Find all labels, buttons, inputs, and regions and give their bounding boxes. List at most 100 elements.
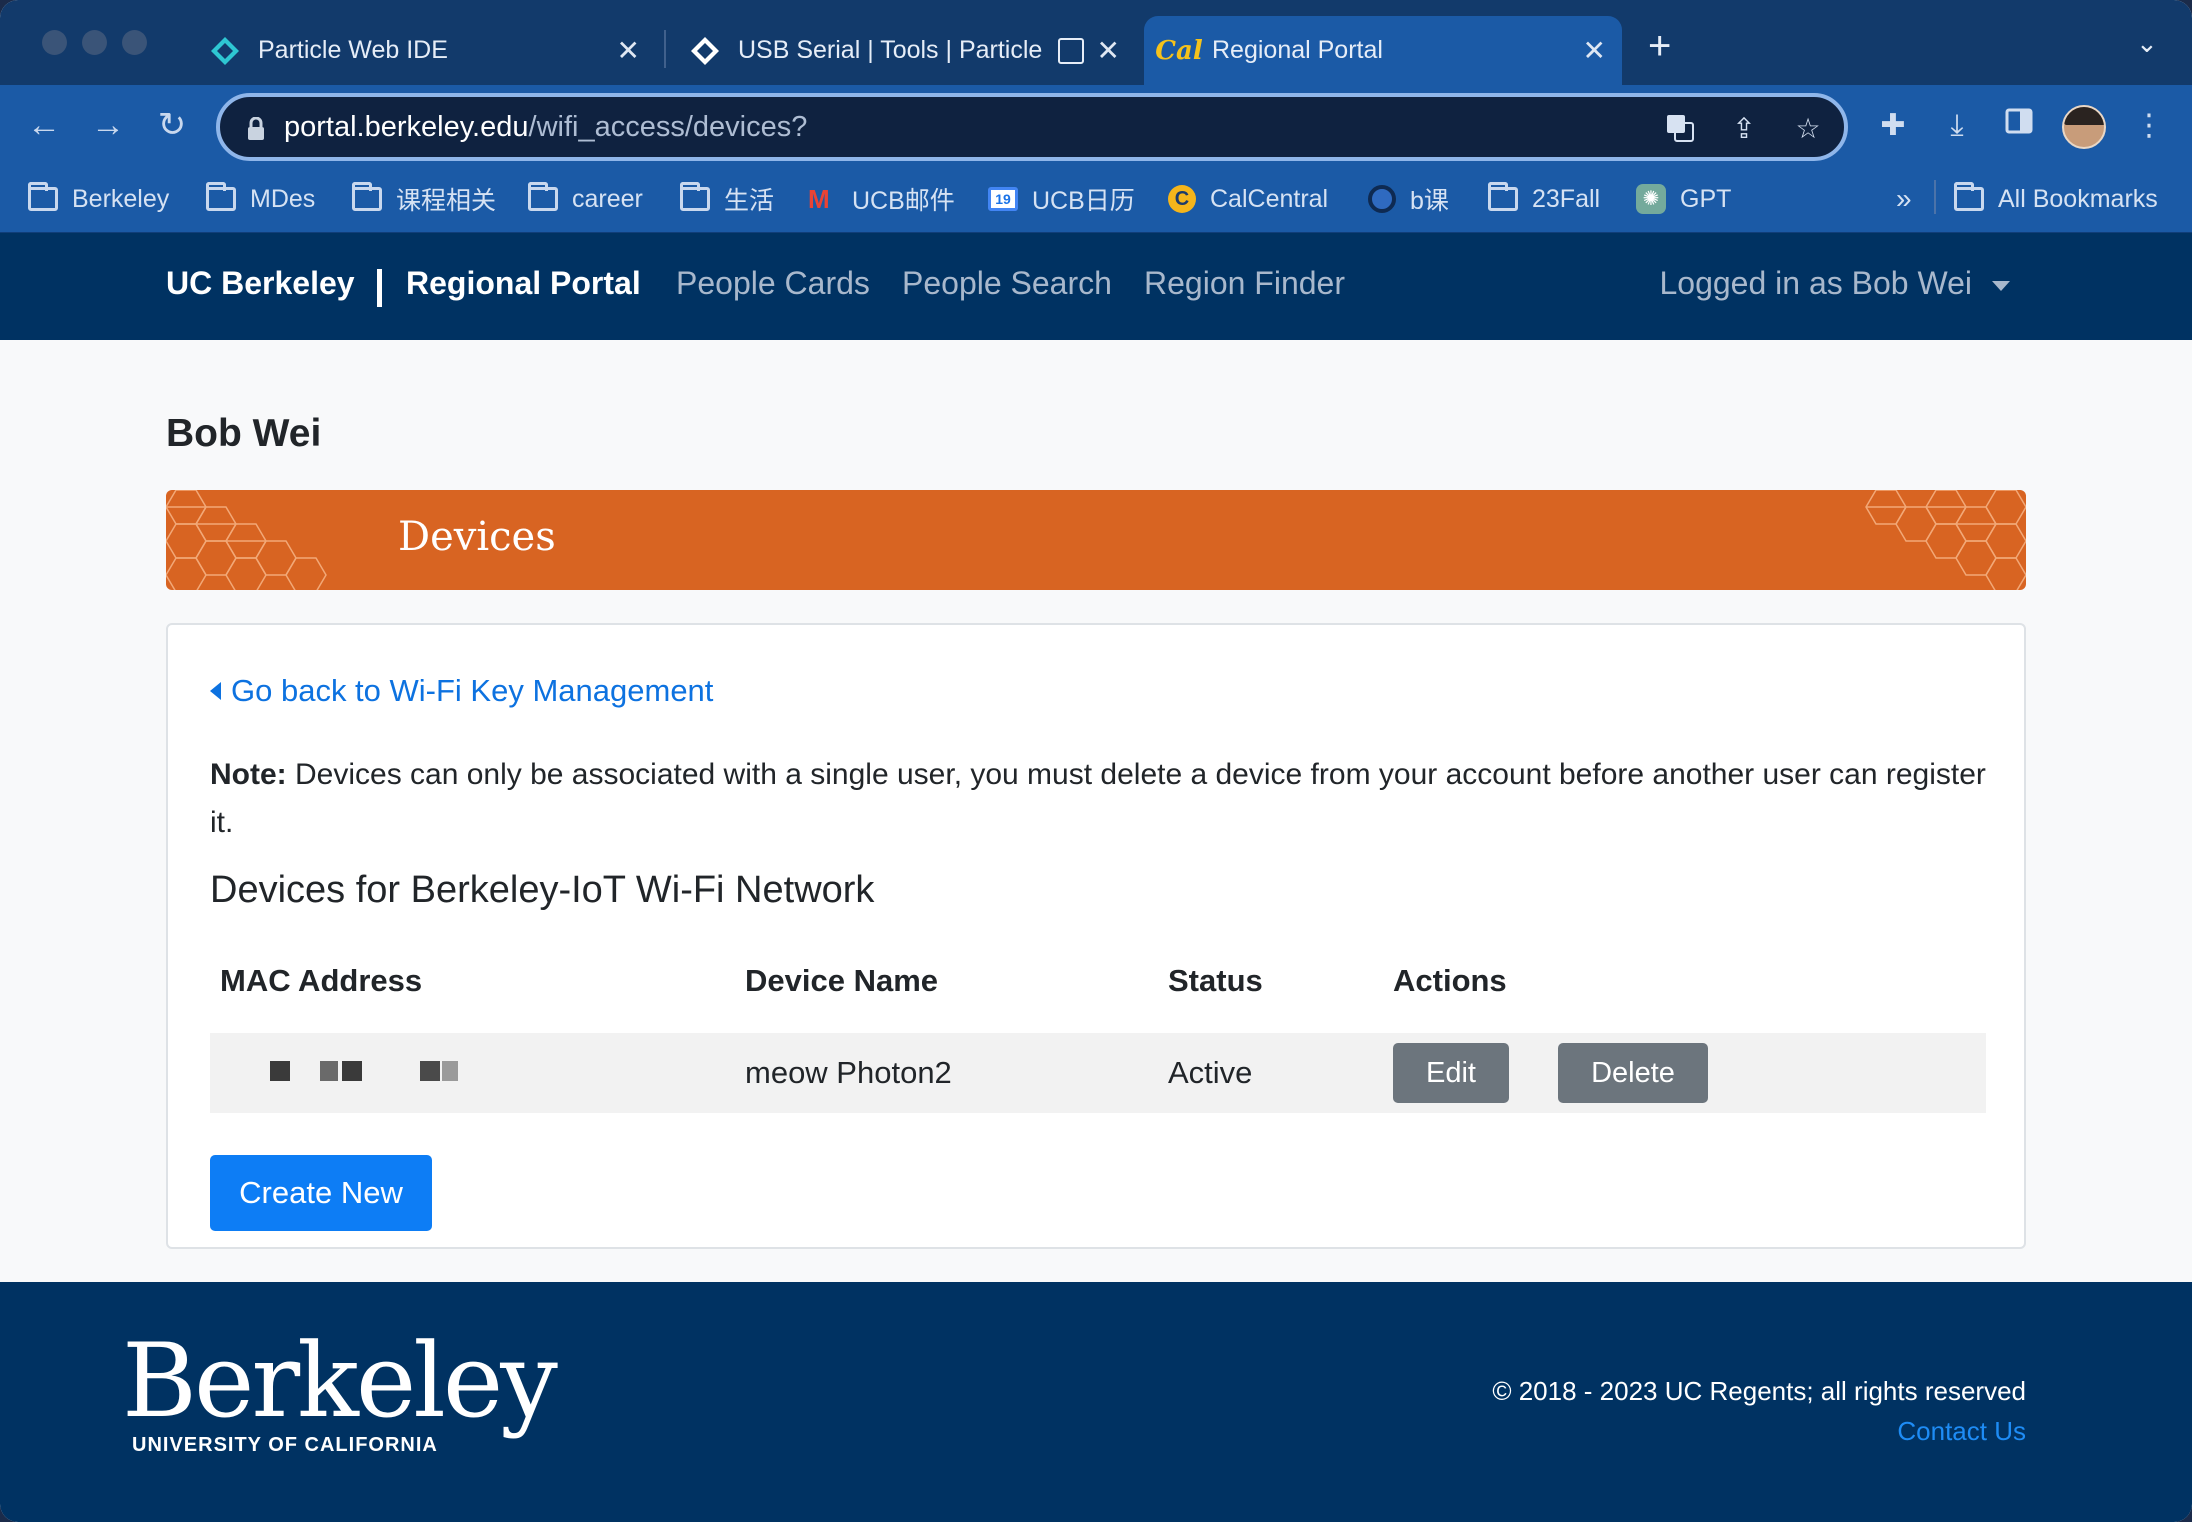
new-tab-icon[interactable]: + [1648, 24, 1671, 69]
window-maximize-dot[interactable] [122, 30, 147, 55]
column-header-status: Status [1168, 963, 1263, 998]
caret-left-icon [210, 682, 221, 700]
folder-icon [206, 182, 236, 211]
bookmark-career[interactable]: career [528, 181, 643, 217]
bookmark-bcourses[interactable]: b课 [1368, 181, 1449, 217]
folder-icon [28, 182, 58, 211]
bookmarks-overflow-chevron[interactable]: » [1896, 181, 1912, 217]
nav-people-search[interactable]: People Search [902, 265, 1112, 302]
device-name-cell: meow Photon2 [745, 1055, 952, 1090]
site-footer: Berkeley UNIVERSITY OF CALIFORNIA © 2018… [0, 1282, 2192, 1522]
brand-regional-portal[interactable]: Regional Portal [406, 265, 641, 302]
browser-window: Particle Web IDE ✕ USB Serial | Tools | … [0, 0, 2192, 1522]
bookmark-ucb-calendar[interactable]: 19 UCB日历 [988, 181, 1135, 217]
main-content: Bob Wei Devices Go back to Wi-Fi Key Man… [0, 340, 2192, 1282]
close-tab-icon[interactable]: ✕ [617, 34, 640, 67]
brand-divider [377, 269, 382, 307]
back-arrow-icon[interactable]: ← [24, 105, 64, 145]
note-text: Devices can only be associated with a si… [210, 758, 1986, 839]
status-cell: Active [1168, 1055, 1253, 1090]
openai-icon: ✺ [1636, 184, 1666, 214]
column-header-actions: Actions [1393, 963, 1507, 998]
reload-icon[interactable]: ↻ [152, 105, 192, 145]
folder-icon [352, 182, 382, 211]
close-tab-icon[interactable]: ✕ [1097, 34, 1120, 67]
tab-title: Regional Portal [1212, 36, 1383, 64]
page-user-name: Bob Wei [166, 412, 322, 455]
close-tab-icon[interactable]: ✕ [1583, 34, 1606, 67]
cal-logo-icon: Cal [1155, 35, 1203, 66]
bookmark-courses[interactable]: 课程相关 [352, 181, 496, 217]
create-new-button[interactable]: Create New [210, 1155, 432, 1231]
edit-button[interactable]: Edit [1393, 1043, 1509, 1103]
copyright-text: © 2018 - 2023 UC Regents; all rights res… [1492, 1376, 2026, 1406]
bookmark-gpt[interactable]: ✺ GPT [1636, 181, 1731, 217]
note-label: Note: [210, 758, 287, 791]
chevron-down-icon[interactable]: ⌄ [2136, 28, 2158, 59]
banner-title: Devices [398, 514, 556, 560]
bookmark-ucb-mail[interactable]: M UCB邮件 [808, 181, 955, 217]
bookmark-calcentral[interactable]: C CalCentral [1168, 181, 1328, 217]
bookmark-life[interactable]: 生活 [680, 181, 774, 217]
more-menu-icon[interactable]: ⋮ [2130, 107, 2168, 145]
user-menu-dropdown[interactable]: Logged in as Bob Wei [1659, 265, 2010, 302]
window-minimize-dot[interactable] [82, 30, 107, 55]
folder-icon [1488, 182, 1518, 211]
note-paragraph: Note: Devices can only be associated wit… [210, 751, 1990, 847]
column-header-mac: MAC Address [220, 963, 423, 998]
bcourses-icon [1368, 185, 1396, 213]
banner-pattern-left [166, 490, 327, 590]
particle-icon [210, 36, 240, 66]
tab-divider [664, 30, 666, 68]
window-close-dot[interactable] [42, 30, 67, 55]
download-icon[interactable]: ⤓ [1938, 107, 1976, 145]
translate-icon[interactable] [1664, 113, 1696, 145]
column-header-device-name: Device Name [745, 963, 939, 998]
browser-toolbar: ← → ↻ portal.berkeley.edu/wifi_access/de… [0, 85, 2192, 167]
contact-us-link[interactable]: Contact Us [1897, 1416, 2026, 1447]
folder-icon [1954, 182, 1984, 211]
tab-title: USB Serial | Tools | Particle [738, 36, 1043, 64]
forward-arrow-icon[interactable]: → [88, 105, 128, 145]
bookmark-mdes[interactable]: MDes [206, 181, 315, 217]
profile-avatar[interactable] [2062, 105, 2106, 149]
bookmark-23fall[interactable]: 23Fall [1488, 181, 1600, 217]
gmail-icon: M [808, 184, 830, 214]
lock-icon [246, 116, 266, 146]
calcentral-icon: C [1168, 185, 1196, 213]
back-to-wifi-key-link[interactable]: Go back to Wi-Fi Key Management [210, 673, 713, 709]
brand-uc-berkeley[interactable]: UC Berkeley [166, 265, 355, 302]
tab-grid-icon [1058, 37, 1085, 64]
tab-particle-web-ide[interactable]: Particle Web IDE ✕ [196, 16, 656, 85]
extensions-puzzle-icon[interactable]: ✚ [1874, 107, 1912, 145]
caret-down-icon [1992, 280, 2010, 291]
devices-subheading: Devices for Berkeley-IoT Wi-Fi Network [210, 869, 875, 911]
address-bar[interactable]: portal.berkeley.edu/wifi_access/devices?… [216, 93, 1848, 161]
folder-icon [680, 182, 710, 211]
bookmark-berkeley[interactable]: Berkeley [28, 181, 169, 217]
bookmark-star-icon[interactable]: ☆ [1792, 113, 1824, 145]
devices-card: Go back to Wi-Fi Key Management Note: De… [166, 623, 2026, 1249]
banner-pattern-right [1865, 490, 2026, 590]
folder-icon [528, 182, 558, 211]
delete-button[interactable]: Delete [1558, 1043, 1708, 1103]
tab-strip: Particle Web IDE ✕ USB Serial | Tools | … [0, 0, 2192, 85]
nav-region-finder[interactable]: Region Finder [1144, 265, 1345, 302]
tab-title: Particle Web IDE [258, 36, 448, 64]
logo-wordmark: Berkeley [122, 1322, 558, 1441]
bookmarks-divider [1934, 180, 1936, 214]
share-icon[interactable]: ⇪ [1728, 113, 1760, 145]
mac-address-redacted [224, 1057, 514, 1091]
side-panel-icon[interactable] [2000, 107, 2038, 145]
site-navbar: UC Berkeley Regional Portal People Cards… [0, 233, 2192, 340]
bookmarks-bar: Berkeley MDes 课程相关 career 生活 M UCB邮件 19 UC… [0, 167, 2192, 233]
nav-people-cards[interactable]: People Cards [676, 265, 870, 302]
tab-regional-portal[interactable]: Cal Regional Portal ✕ [1144, 16, 1622, 85]
particle-icon [690, 36, 720, 66]
berkeley-logo[interactable]: Berkeley UNIVERSITY OF CALIFORNIA [122, 1322, 558, 1457]
devices-banner: Devices [166, 490, 2026, 590]
table-row: meow Photon2 Active Edit Delete [210, 1033, 1986, 1113]
bookmark-all-bookmarks[interactable]: All Bookmarks [1954, 181, 2158, 217]
tab-usb-serial[interactable]: USB Serial | Tools | Particle ✕ [676, 16, 1136, 85]
calendar-icon: 19 [988, 187, 1018, 211]
